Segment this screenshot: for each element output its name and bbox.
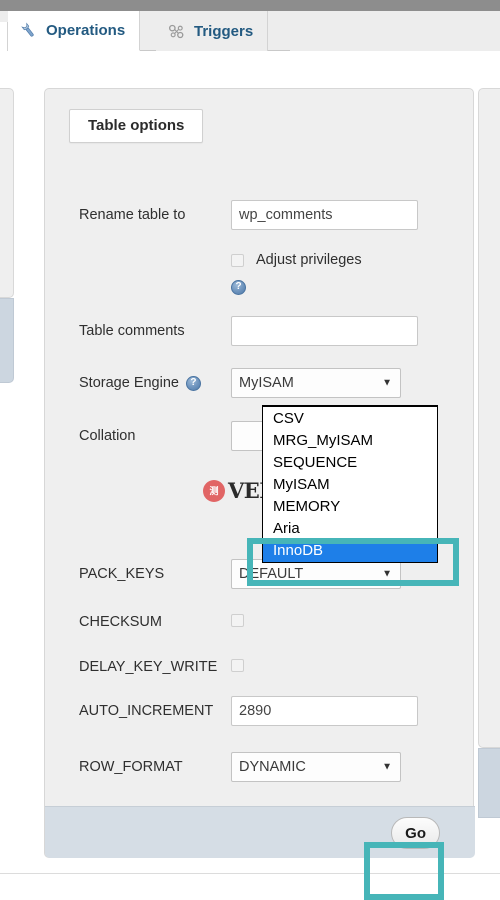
tab-strip: Operations Triggers: [0, 11, 500, 62]
row-pack-keys: PACK_KEYS DEFAULT ▼: [45, 559, 475, 589]
dropdown-option[interactable]: Aria: [263, 518, 437, 540]
storage-engine-dropdown-list[interactable]: CSV MRG_MyISAM SEQUENCE MyISAM MEMORY Ar…: [262, 405, 438, 563]
row-table-comments: Table comments: [45, 315, 475, 347]
help-icon-adjust-privileges[interactable]: ?: [231, 279, 246, 295]
go-button[interactable]: Go: [391, 817, 440, 849]
dropdown-option[interactable]: SEQUENCE: [263, 452, 437, 474]
wrench-icon: [20, 22, 37, 39]
chevron-down-icon: ▼: [382, 761, 392, 773]
storage-engine-label: Storage Engine: [79, 375, 179, 391]
dropdown-option[interactable]: MEMORY: [263, 496, 437, 518]
pack-keys-value: DEFAULT: [239, 566, 304, 582]
row-adjust-privileges-help: ?: [45, 277, 475, 295]
row-auto-increment: AUTO_INCREMENT: [45, 695, 475, 727]
row-adjust-privileges: Adjust privileges: [45, 249, 475, 271]
row-format-select[interactable]: DYNAMIC ▼: [231, 752, 401, 782]
checksum-checkbox[interactable]: [231, 614, 244, 627]
row-delay-key-write: DELAY_KEY_WRITE: [45, 656, 475, 678]
trigger-icon: [168, 24, 185, 39]
page-bottom-divider: [0, 873, 500, 874]
auto-increment-label: AUTO_INCREMENT: [79, 703, 214, 719]
storage-engine-value: MyISAM: [239, 375, 294, 391]
dropdown-option[interactable]: MRG_MyISAM: [263, 430, 437, 452]
rename-table-label: Rename table to: [79, 207, 186, 223]
storage-engine-label-wrap: Storage Engine ?: [45, 375, 231, 391]
tab-strip-filler: [290, 11, 500, 51]
adjacent-panel-left: [0, 88, 14, 298]
tab-triggers-label: Triggers: [194, 22, 254, 40]
chevron-down-icon: ▼: [382, 377, 392, 389]
dropdown-option[interactable]: MyISAM: [263, 474, 437, 496]
delay-key-write-label: DELAY_KEY_WRITE: [79, 659, 218, 675]
row-rename-table: Rename table to: [45, 199, 475, 231]
tab-operations-label: Operations: [46, 22, 126, 39]
tab-operations[interactable]: Operations: [8, 11, 141, 51]
window-top-bar: [0, 0, 500, 11]
row-format-value: DYNAMIC: [239, 759, 306, 775]
adjacent-panel-right: [478, 88, 500, 748]
help-icon-storage-engine[interactable]: ?: [185, 375, 201, 391]
fieldset-legend: Table options: [69, 109, 204, 143]
form-footer: Go: [45, 806, 475, 858]
dropdown-option-selected[interactable]: InnoDB: [263, 540, 437, 562]
row-row-format: ROW_FORMAT DYNAMIC ▼: [45, 752, 475, 782]
pack-keys-label: PACK_KEYS: [79, 566, 165, 582]
row-storage-engine: Storage Engine ? MyISAM ▼: [45, 367, 475, 399]
tab-triggers[interactable]: Triggers: [156, 11, 269, 51]
checksum-label: CHECKSUM: [79, 614, 162, 630]
storage-engine-select[interactable]: MyISAM ▼: [231, 368, 401, 398]
adjacent-panel-right-footer: [478, 748, 500, 818]
row-checksum: CHECKSUM: [45, 611, 475, 633]
auto-increment-input[interactable]: [231, 696, 418, 726]
pack-keys-select[interactable]: DEFAULT ▼: [231, 559, 401, 589]
row-format-label: ROW_FORMAT: [79, 759, 183, 775]
delay-key-write-checkbox[interactable]: [231, 659, 244, 672]
content-area: Table options Rename table to Adjust pri…: [0, 51, 500, 900]
dropdown-option[interactable]: CSV: [263, 408, 437, 430]
adjacent-panel-left-footer: [0, 298, 14, 383]
collation-label: Collation: [79, 428, 136, 444]
table-comments-label: Table comments: [79, 323, 185, 339]
table-comments-input[interactable]: [231, 316, 418, 346]
chevron-down-icon: ▼: [382, 568, 392, 580]
adjust-privileges-label: Adjust privileges: [256, 252, 362, 268]
rename-table-input[interactable]: [231, 200, 418, 230]
adjust-privileges-checkbox[interactable]: [231, 253, 244, 267]
